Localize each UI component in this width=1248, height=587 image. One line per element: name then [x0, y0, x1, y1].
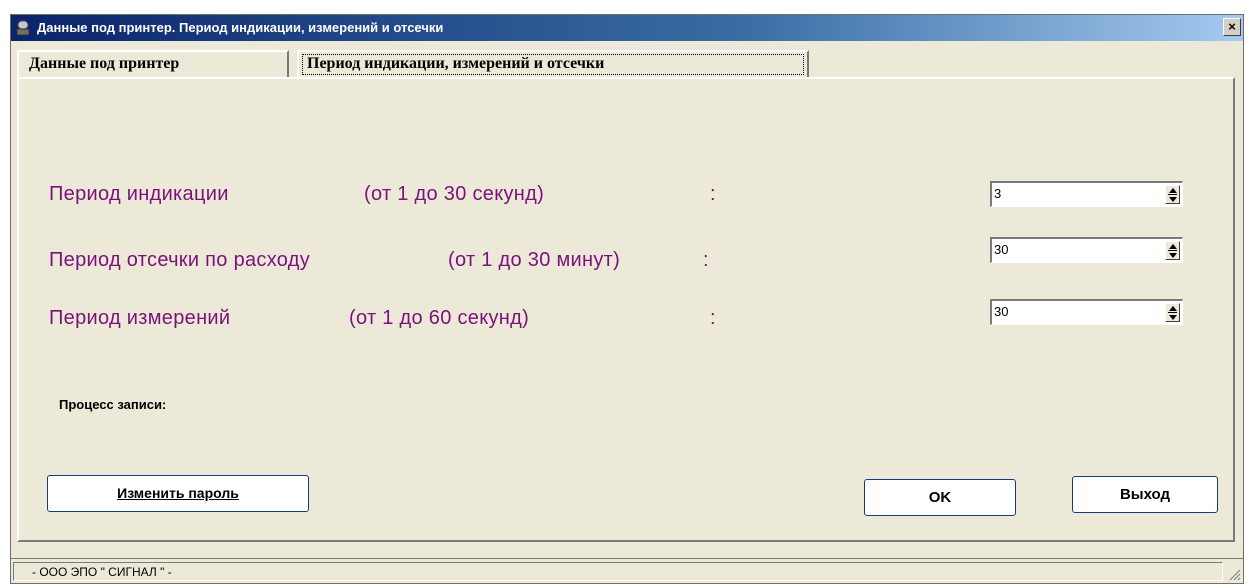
app-icon — [16, 20, 30, 36]
spin-buttons[interactable] — [1165, 241, 1180, 260]
resize-grip-icon[interactable] — [1227, 567, 1241, 581]
status-panel: - ООО ЭПО " СИГНАЛ " - — [13, 562, 1223, 581]
param-colon: : — [710, 307, 716, 329]
tab-panel: Период индикации (от 1 до 30 секунд) : 3… — [17, 77, 1235, 542]
param-range-indication: (от 1 до 30 секунд) — [364, 183, 545, 205]
change-password-button[interactable]: Изменить пароль — [47, 475, 309, 512]
spin-buttons[interactable] — [1165, 185, 1180, 204]
spin-value[interactable]: 30 — [994, 304, 1008, 319]
param-colon: : — [710, 183, 716, 205]
spin-down-icon[interactable] — [1169, 315, 1177, 320]
tab-label: Период индикации, измерений и отсечки — [307, 55, 605, 72]
close-icon: × — [1228, 19, 1236, 34]
spin-value[interactable]: 30 — [994, 242, 1008, 257]
tab-printer-data[interactable]: Данные под принтер — [17, 50, 289, 77]
ok-button[interactable]: OK — [864, 479, 1016, 516]
spin-value[interactable]: 3 — [994, 186, 1001, 201]
spin-buttons[interactable] — [1165, 303, 1180, 322]
measurement-period-spin[interactable]: 30 — [990, 299, 1183, 325]
spin-down-icon[interactable] — [1169, 197, 1177, 202]
spin-divider — [1168, 312, 1177, 313]
param-range-cutoff: (от 1 до 30 минут) — [448, 249, 621, 271]
cutoff-period-spin[interactable]: 30 — [990, 237, 1183, 263]
param-colon: : — [703, 249, 709, 271]
spin-down-icon[interactable] — [1169, 253, 1177, 258]
process-label: Процесс записи: — [59, 397, 167, 412]
close-button[interactable]: × — [1223, 18, 1241, 36]
spin-up-icon[interactable] — [1169, 306, 1177, 311]
title-bar[interactable]: Данные под принтер. Период индикации, из… — [11, 15, 1243, 41]
status-bar: - ООО ЭПО " СИГНАЛ " - — [11, 558, 1243, 583]
param-range-measurement: (от 1 до 60 секунд) — [349, 307, 530, 329]
tab-periods[interactable]: Период индикации, измерений и отсечки — [297, 50, 809, 77]
dialog-window: Данные под принтер. Период индикации, из… — [10, 14, 1244, 584]
param-label-measurement: Период измерений — [49, 307, 231, 329]
tab-label: Данные под принтер — [29, 55, 180, 72]
spin-up-icon[interactable] — [1169, 244, 1177, 249]
spin-divider — [1168, 250, 1177, 251]
param-label-cutoff: Период отсечки по расходу — [49, 249, 311, 271]
spin-up-icon[interactable] — [1169, 188, 1177, 193]
spin-divider — [1168, 194, 1177, 195]
status-text: - ООО ЭПО " СИГНАЛ " - — [32, 565, 172, 579]
exit-button[interactable]: Выход — [1072, 476, 1218, 513]
indication-period-spin[interactable]: 3 — [990, 181, 1183, 207]
param-label-indication: Период индикации — [49, 183, 229, 205]
window-title: Данные под принтер. Период индикации, из… — [37, 20, 444, 35]
